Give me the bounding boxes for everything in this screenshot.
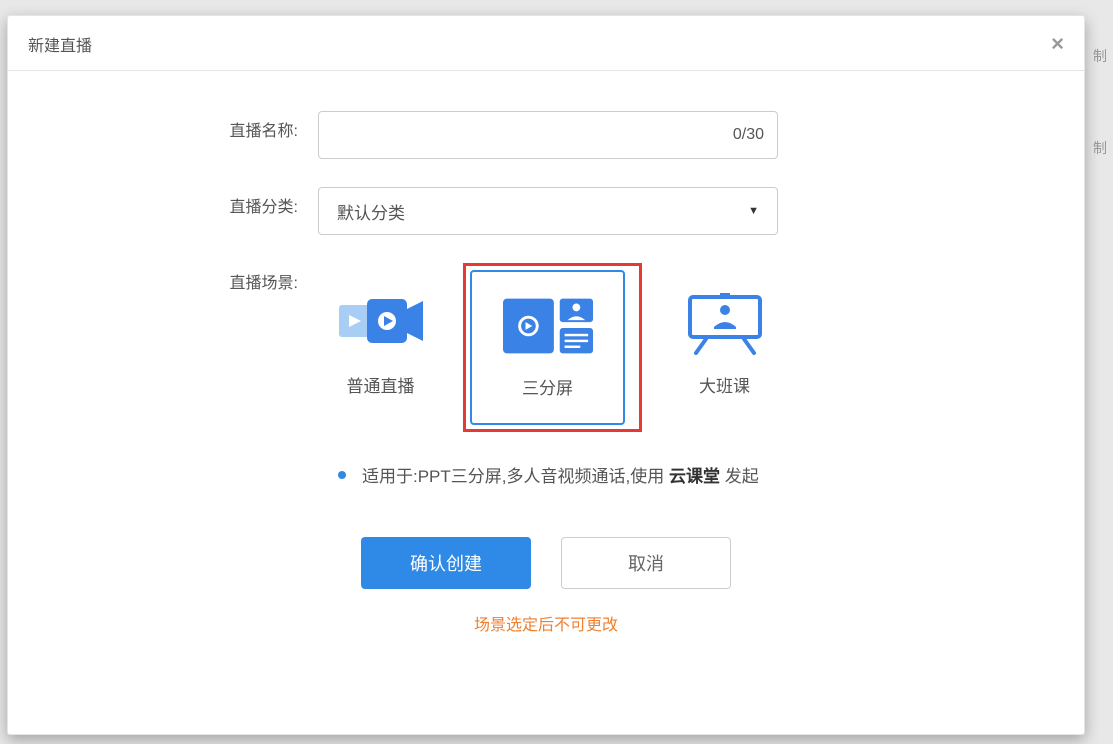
whiteboard-icon — [680, 294, 770, 354]
label-live-name: 直播名称: — [28, 111, 318, 153]
scene-label-triple: 三分屏 — [522, 374, 573, 399]
scene-options: 普通直播 — [308, 263, 807, 432]
modal-body: 直播名称: 0/30 直播分类: 默认分类 ▼ 直播场景: — [8, 71, 1084, 655]
camera-icon — [336, 294, 426, 354]
button-row: 确认创建 取消 — [28, 537, 1064, 589]
hint-text: 适用于:PPT三分屏,多人音视频通话,使用 云课堂 发起 — [362, 462, 759, 487]
scene-card-triple[interactable]: 三分屏 — [470, 270, 625, 425]
char-count: 0/30 — [733, 126, 764, 144]
modal-title: 新建直播 — [28, 32, 92, 56]
row-live-name: 直播名称: 0/30 — [28, 111, 1064, 159]
label-live-category: 直播分类: — [28, 187, 318, 229]
category-selected-value: 默认分类 — [337, 199, 405, 224]
chevron-down-icon: ▼ — [748, 205, 759, 217]
highlight-selected: 三分屏 — [463, 263, 642, 432]
live-name-input[interactable] — [318, 111, 778, 159]
bullet-icon — [338, 471, 346, 479]
row-live-scene: 直播场景: — [28, 263, 1064, 432]
scene-card-bigclass[interactable]: 大班课 — [652, 268, 797, 423]
close-icon[interactable]: × — [1051, 33, 1064, 55]
label-live-scene: 直播场景: — [28, 263, 318, 305]
modal-header: 新建直播 × — [8, 16, 1084, 71]
scene-card-normal[interactable]: 普通直播 — [308, 268, 453, 423]
scene-label-normal: 普通直播 — [347, 372, 415, 397]
create-live-modal: 新建直播 × 直播名称: 0/30 直播分类: 默认分类 ▼ 直播场景: — [7, 15, 1085, 735]
warning-text: 场景选定后不可更改 — [28, 611, 1064, 635]
cancel-button[interactable]: 取消 — [561, 537, 731, 589]
scene-label-bigclass: 大班课 — [699, 372, 750, 397]
hint-row: 适用于:PPT三分屏,多人音视频通话,使用 云课堂 发起 — [28, 462, 1064, 487]
row-live-category: 直播分类: 默认分类 ▼ — [28, 187, 1064, 235]
bg-text: 制 — [1093, 138, 1107, 158]
bg-text: 制 — [1093, 46, 1107, 66]
category-select[interactable]: 默认分类 ▼ — [318, 187, 778, 235]
triple-screen-icon — [503, 296, 593, 356]
confirm-button[interactable]: 确认创建 — [361, 537, 531, 589]
